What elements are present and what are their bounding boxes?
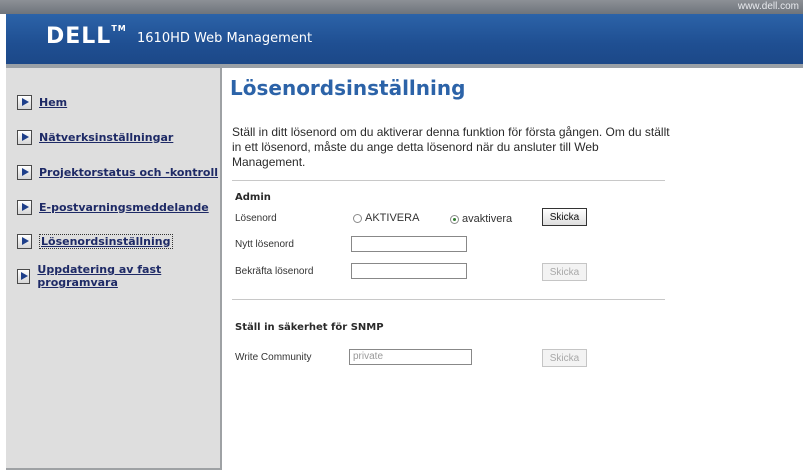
admin-section-title: Admin [235, 192, 271, 203]
new-password-input[interactable] [351, 236, 467, 252]
radio-unchecked-icon [353, 213, 362, 223]
app-title: 1610HD Web Management [137, 31, 313, 46]
radio-checked-icon [450, 214, 459, 224]
dell-url: www.dell.com [737, 1, 799, 12]
sidebar-item-label: E-postvarningsmeddelande [39, 200, 209, 214]
sidebar-item-password-settings[interactable]: Lösenordsinställning [17, 232, 173, 250]
arrow-right-icon [17, 129, 32, 145]
snmp-submit-button[interactable]: Skicka [542, 349, 587, 367]
sidebar-item-network-settings[interactable]: Nätverksinställningar [17, 128, 173, 146]
sidebar-item-projector-status[interactable]: Projektorstatus och -kontroll [17, 163, 218, 181]
new-password-label: Nytt lösenord [235, 239, 294, 250]
confirm-password-label: Bekräfta lösenord [235, 266, 314, 277]
sidebar-item-label: Hem [39, 95, 68, 109]
divider [232, 299, 665, 300]
sidebar-item-label: Lösenordsinställning [39, 233, 173, 249]
sidebar: Hem Nätverksinställningar Projektorstatu… [6, 68, 222, 470]
header-banner: DELLTM 1610HD Web Management [6, 14, 803, 64]
arrow-right-icon [17, 94, 32, 110]
sidebar-item-label: Uppdatering av fast programvara [37, 263, 162, 289]
sidebar-item-label: Nätverksinställningar [39, 130, 174, 144]
top-strip: www.dell.com [0, 0, 803, 14]
main-content: Lösenordsinställning Ställ in ditt lösen… [222, 68, 803, 474]
intro-text: Ställ in ditt lösenord om du aktiverar d… [232, 125, 670, 169]
arrow-right-icon [17, 268, 31, 284]
confirm-submit-button[interactable]: Skicka [542, 263, 587, 281]
password-submit-button[interactable]: Skicka [542, 208, 587, 226]
write-community-input[interactable]: private [349, 349, 472, 365]
sidebar-item-label: Projektorstatus och -kontroll [39, 165, 219, 179]
write-community-label: Write Community [235, 352, 312, 363]
arrow-right-icon [17, 233, 32, 249]
confirm-password-input[interactable] [351, 263, 467, 279]
sidebar-item-firmware-update[interactable]: Uppdatering av fast programvara [17, 263, 220, 289]
arrow-right-icon [17, 164, 32, 180]
arrow-right-icon [17, 199, 32, 215]
snmp-section-title: Ställ in säkerhet för SNMP [235, 322, 384, 333]
sidebar-item-home[interactable]: Hem [17, 93, 67, 111]
divider [232, 180, 665, 181]
sidebar-item-email-alert[interactable]: E-postvarningsmeddelande [17, 198, 209, 216]
dell-logo: DELLTM [46, 24, 127, 49]
page-title: Lösenordsinställning [230, 76, 466, 100]
radio-disable[interactable]: avaktivera [450, 213, 512, 225]
radio-enable[interactable]: AKTIVERA [353, 212, 419, 224]
password-label: Lösenord [235, 213, 277, 224]
